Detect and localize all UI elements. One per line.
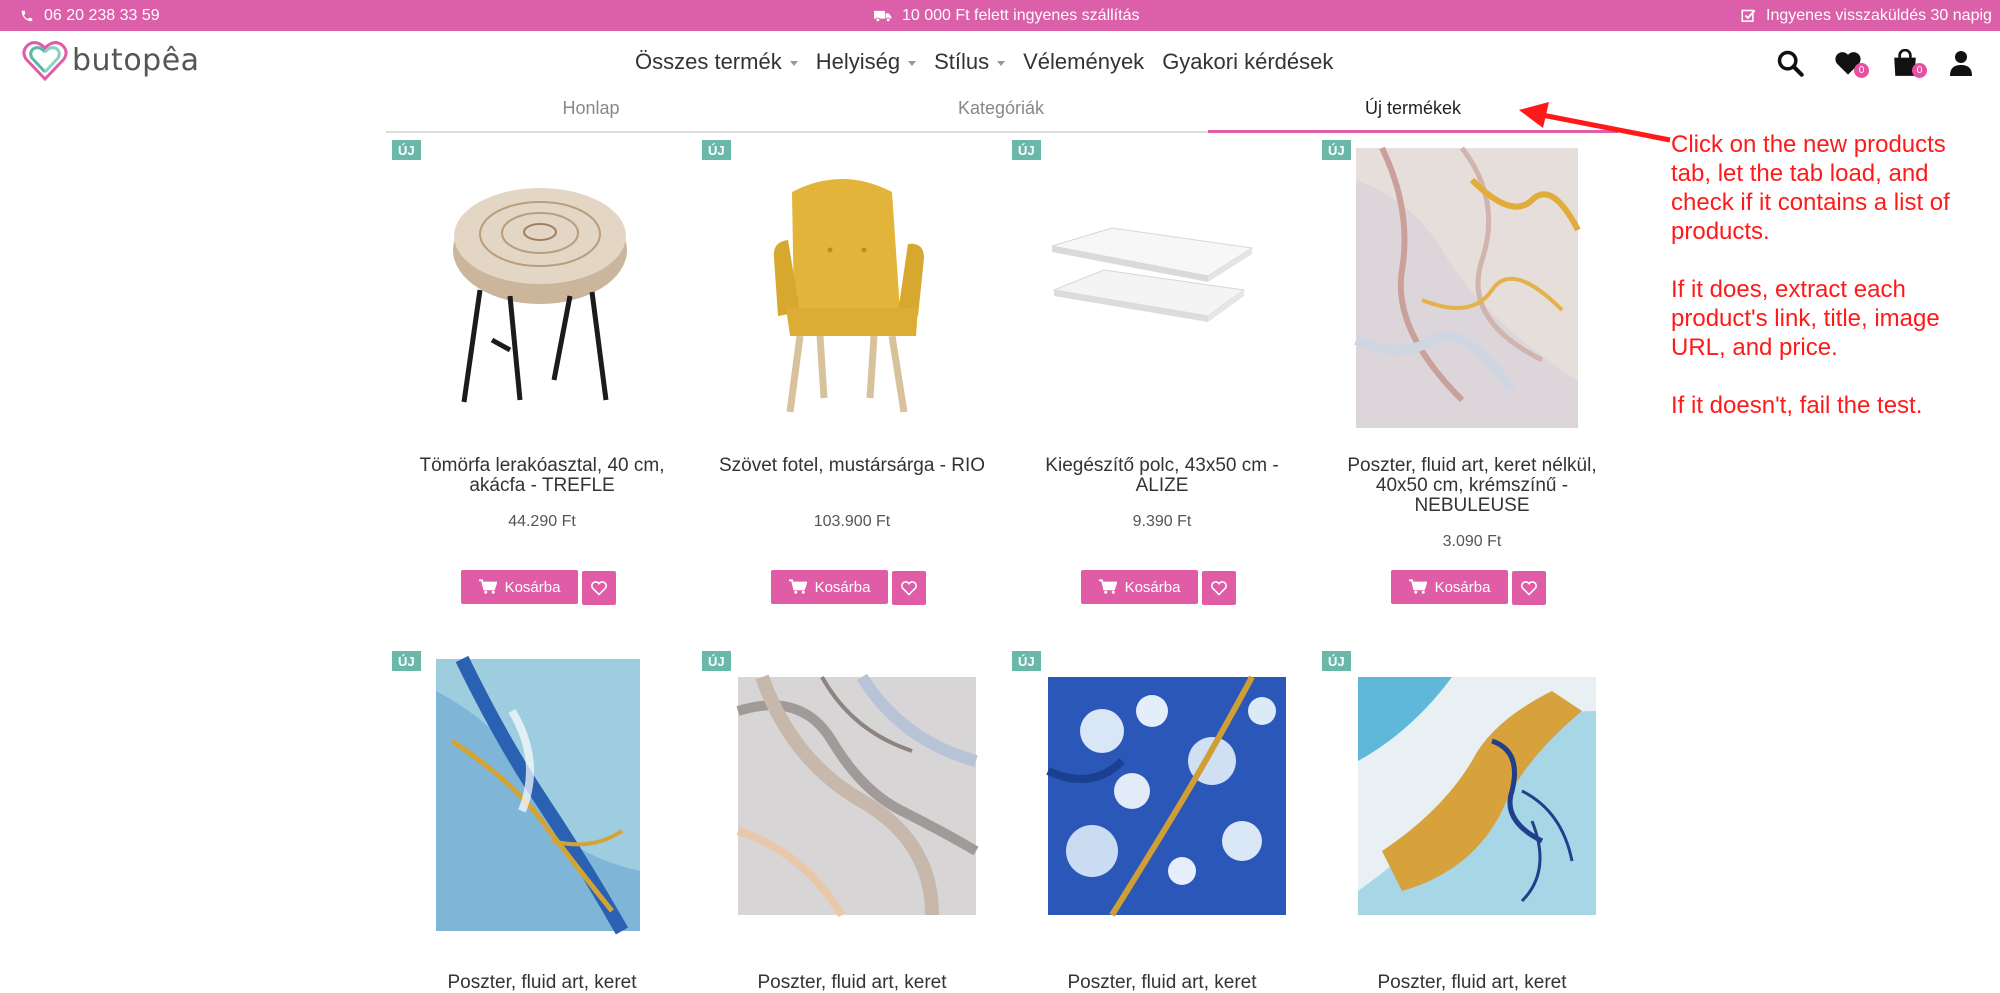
- add-to-cart-button[interactable]: Kosárba: [461, 570, 578, 604]
- cart-icon: [1098, 579, 1117, 594]
- new-badge: ÚJ: [1322, 140, 1351, 160]
- section-tabs: Honlap Kategóriák Új termékek: [386, 93, 1618, 133]
- new-badge: ÚJ: [702, 140, 731, 160]
- heart-outline-icon: [1521, 581, 1537, 596]
- account-button[interactable]: [1950, 47, 2000, 79]
- cart-icon: [1408, 579, 1427, 594]
- product-title[interactable]: Poszter, fluid art, keret nélkül, 40x50 …: [1332, 456, 1612, 516]
- product-price: 9.390 Ft: [1132, 513, 1192, 530]
- cart-label: Kosárba: [1124, 578, 1181, 596]
- product-image[interactable]: [392, 140, 692, 440]
- cart-button[interactable]: 0: [1892, 47, 1950, 79]
- logo[interactable]: butopêa: [22, 39, 200, 81]
- search-button[interactable]: [1776, 47, 1834, 79]
- add-to-wishlist-button[interactable]: [1202, 571, 1236, 605]
- cart-count-badge: 0: [1912, 63, 1927, 78]
- heart-outline-icon: [1211, 581, 1227, 596]
- add-to-cart-button[interactable]: Kosárba: [1391, 570, 1508, 604]
- add-to-cart-button[interactable]: Kosárba: [771, 570, 888, 604]
- cart-label: Kosárba: [814, 578, 871, 596]
- new-badge: ÚJ: [702, 651, 731, 671]
- nav-all-products[interactable]: Összes termék: [635, 49, 798, 75]
- tab-home[interactable]: Honlap: [386, 93, 796, 131]
- product-image[interactable]: [702, 651, 1002, 951]
- nav-faq[interactable]: Gyakori kérdések: [1162, 49, 1333, 75]
- caret-down-icon: [789, 60, 798, 66]
- product-title[interactable]: Szövet fotel, mustársárga - RIO: [712, 456, 992, 476]
- instruction-line: If it does, extract each product's link,…: [1671, 276, 1940, 361]
- product-title[interactable]: Poszter, fluid art, keret: [1022, 973, 1302, 993]
- product-title[interactable]: Tömörfa lerakóasztal, 40 cm, akácfa - TR…: [402, 456, 682, 496]
- nav-label: Helyiség: [815, 49, 901, 74]
- product-title[interactable]: Poszter, fluid art, keret: [402, 973, 682, 993]
- product-image[interactable]: [1322, 140, 1622, 440]
- site-header: butopêa Összes termék Helyiség Stílus Vé…: [0, 31, 2000, 93]
- nav-label: Stílus: [934, 49, 990, 74]
- product-price: 3.090 Ft: [1442, 533, 1502, 550]
- nav-room[interactable]: Helyiség: [815, 49, 917, 75]
- add-to-cart-button[interactable]: Kosárba: [1081, 570, 1198, 604]
- returns-info: Ingyenes visszaküldés 30 napig: [1741, 0, 1992, 31]
- new-badge: ÚJ: [392, 140, 421, 160]
- promo-bar: 06 20 238 33 59 10 000 Ft felett ingyene…: [0, 0, 2000, 31]
- logo-text: butopêa: [72, 42, 200, 78]
- product-price: 103.900 Ft: [813, 513, 891, 530]
- header-icons: 0 0: [1776, 47, 2000, 79]
- nav-label: Összes termék: [635, 49, 782, 74]
- product-image[interactable]: [1012, 140, 1312, 440]
- test-instructions: Click on the new products tab, let the t…: [1671, 130, 1991, 449]
- product-title[interactable]: Poszter, fluid art, keret: [712, 973, 992, 993]
- nav-style[interactable]: Stílus: [934, 49, 1006, 75]
- wishlist-button[interactable]: 0: [1834, 47, 1892, 79]
- new-badge: ÚJ: [1322, 651, 1351, 671]
- product-price: 44.290 Ft: [508, 513, 576, 530]
- phone-number: 06 20 238 33 59: [44, 6, 160, 24]
- returns-text: Ingyenes visszaküldés 30 napig: [1766, 6, 1992, 24]
- caret-down-icon: [997, 60, 1006, 66]
- checkbox-icon: [1741, 9, 1756, 22]
- product-image[interactable]: [1322, 651, 1622, 951]
- cart-label: Kosárba: [1434, 578, 1491, 596]
- phone-info[interactable]: 06 20 238 33 59: [20, 0, 160, 31]
- wishlist-count-badge: 0: [1854, 63, 1869, 78]
- phone-icon: [21, 10, 33, 21]
- cart-icon: [788, 579, 807, 594]
- new-badge: ÚJ: [1012, 651, 1041, 671]
- search-icon: [1777, 50, 1804, 77]
- shipping-info: 10 000 Ft felett ingyenes szállítás: [874, 0, 1139, 31]
- caret-down-icon: [908, 60, 917, 66]
- shipping-text: 10 000 Ft felett ingyenes szállítás: [902, 6, 1140, 24]
- nav-reviews[interactable]: Vélemények: [1023, 49, 1144, 75]
- product-image[interactable]: [1012, 651, 1312, 951]
- product-title[interactable]: Poszter, fluid art, keret: [1332, 973, 1612, 993]
- new-badge: ÚJ: [392, 651, 421, 671]
- cart-icon: [478, 579, 497, 594]
- product-image[interactable]: [392, 651, 692, 951]
- instruction-line: Click on the new products tab, let the t…: [1671, 131, 1950, 245]
- cart-label: Kosárba: [504, 578, 561, 596]
- new-badge: ÚJ: [1012, 140, 1041, 160]
- instruction-line: If it doesn't, fail the test.: [1671, 392, 1923, 419]
- heart-outline-icon: [591, 581, 607, 596]
- main-nav: Összes termék Helyiség Stílus Vélemények…: [635, 49, 1351, 75]
- truck-icon: [874, 10, 892, 22]
- product-title[interactable]: Kiegészítő polc, 43x50 cm - ALIZE: [1022, 456, 1302, 496]
- heart-outline-icon: [901, 581, 917, 596]
- add-to-wishlist-button[interactable]: [582, 571, 616, 605]
- tab-categories[interactable]: Kategóriák: [796, 93, 1206, 131]
- heart-logo-icon: [22, 41, 68, 81]
- product-image[interactable]: [702, 140, 1002, 440]
- nav-label: Gyakori kérdések: [1162, 49, 1334, 74]
- nav-label: Vélemények: [1023, 49, 1145, 74]
- add-to-wishlist-button[interactable]: [1512, 571, 1546, 605]
- add-to-wishlist-button[interactable]: [892, 571, 926, 605]
- user-icon: [1950, 51, 1972, 76]
